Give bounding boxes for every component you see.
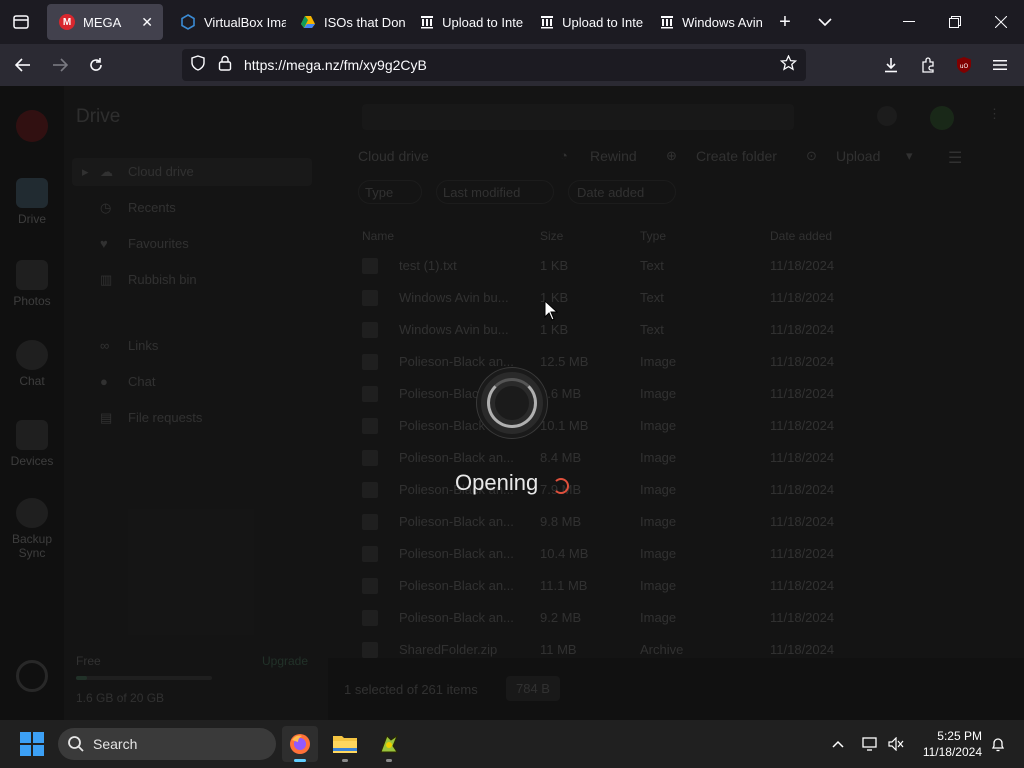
tab-label: MEGA bbox=[83, 14, 122, 30]
loading-spinner bbox=[477, 368, 547, 438]
archive-icon bbox=[420, 14, 434, 30]
spinner-core bbox=[495, 386, 529, 420]
volume-muted-icon[interactable] bbox=[878, 726, 914, 762]
shield-icon[interactable] bbox=[190, 55, 206, 75]
taskbar-app-3[interactable] bbox=[371, 726, 407, 762]
running-app-indicator bbox=[386, 759, 392, 762]
downloads-icon[interactable] bbox=[876, 50, 906, 80]
tab-mega[interactable]: M MEGA ✕ bbox=[47, 4, 163, 40]
restore-icon[interactable] bbox=[932, 0, 978, 44]
forward-icon[interactable] bbox=[45, 50, 75, 80]
extensions-icon[interactable] bbox=[913, 50, 943, 80]
active-app-indicator bbox=[294, 759, 306, 762]
clock-time: 5:25 PM bbox=[937, 729, 982, 743]
tab-label: VirtualBox Ima bbox=[204, 14, 286, 30]
browser-tab-bar: M MEGA ✕ VirtualBox Ima ISOs that Don Up… bbox=[0, 0, 1024, 44]
close-tab-icon[interactable]: ✕ bbox=[141, 14, 153, 31]
google-drive-icon bbox=[300, 14, 316, 30]
archive-icon bbox=[660, 14, 674, 30]
search-placeholder: Search bbox=[93, 736, 138, 752]
windows-taskbar: Search 5:25 PM 11/18/2024 bbox=[0, 720, 1024, 768]
taskbar-search-input[interactable]: Search bbox=[58, 728, 276, 760]
minimize-icon[interactable] bbox=[886, 0, 932, 44]
opening-text: Opening bbox=[455, 470, 539, 495]
reload-icon[interactable] bbox=[81, 50, 111, 80]
clock-date: 11/18/2024 bbox=[922, 745, 982, 759]
close-window-icon[interactable] bbox=[978, 0, 1024, 44]
mouse-cursor-icon bbox=[544, 300, 558, 321]
windows-start-icon[interactable] bbox=[14, 726, 50, 762]
bookmark-star-icon[interactable] bbox=[779, 54, 798, 75]
tab-overview-icon[interactable] bbox=[6, 7, 36, 37]
tab-label: Windows Avin bbox=[682, 14, 763, 30]
app-icon bbox=[380, 734, 399, 753]
tab-label: ISOs that Don bbox=[324, 14, 406, 30]
loading-indicator-icon bbox=[553, 478, 569, 494]
new-tab-icon[interactable]: + bbox=[770, 7, 800, 37]
browser-nav-bar: https://mega.nz/fm/xy9g2CyB uO bbox=[0, 44, 1024, 86]
svg-text:uO: uO bbox=[960, 63, 969, 70]
tab-upload-1[interactable]: Upload to Inte bbox=[408, 4, 526, 40]
search-icon bbox=[67, 735, 85, 758]
back-icon[interactable] bbox=[8, 50, 38, 80]
notifications-bell-icon[interactable] bbox=[980, 726, 1016, 762]
virtualbox-icon bbox=[180, 14, 196, 30]
tab-label: Upload to Inte bbox=[562, 14, 644, 30]
tab-label: Upload to Inte bbox=[442, 14, 524, 30]
lock-icon[interactable] bbox=[218, 55, 232, 75]
url-text[interactable]: https://mega.nz/fm/xy9g2CyB bbox=[244, 57, 427, 73]
show-hidden-icons-icon[interactable] bbox=[820, 726, 856, 762]
tab-isos[interactable]: ISOs that Don bbox=[288, 4, 406, 40]
url-bar[interactable]: https://mega.nz/fm/xy9g2CyB bbox=[182, 49, 806, 81]
taskbar-firefox[interactable] bbox=[282, 726, 318, 762]
tab-virtualbox[interactable]: VirtualBox Ima bbox=[168, 4, 286, 40]
menu-icon[interactable] bbox=[985, 50, 1015, 80]
list-tabs-icon[interactable] bbox=[810, 7, 840, 37]
running-app-indicator bbox=[342, 759, 348, 762]
tab-windows-avin[interactable]: Windows Avin bbox=[648, 4, 766, 40]
tab-upload-2[interactable]: Upload to Inte bbox=[528, 4, 646, 40]
taskbar-file-explorer[interactable] bbox=[327, 726, 363, 762]
taskbar-clock[interactable]: 5:25 PM 11/18/2024 bbox=[914, 728, 982, 760]
archive-icon bbox=[540, 14, 554, 30]
ublock-origin-icon[interactable]: uO bbox=[949, 50, 979, 80]
folder-icon bbox=[333, 736, 357, 753]
mega-icon: M bbox=[59, 14, 75, 30]
firefox-icon bbox=[290, 734, 310, 754]
